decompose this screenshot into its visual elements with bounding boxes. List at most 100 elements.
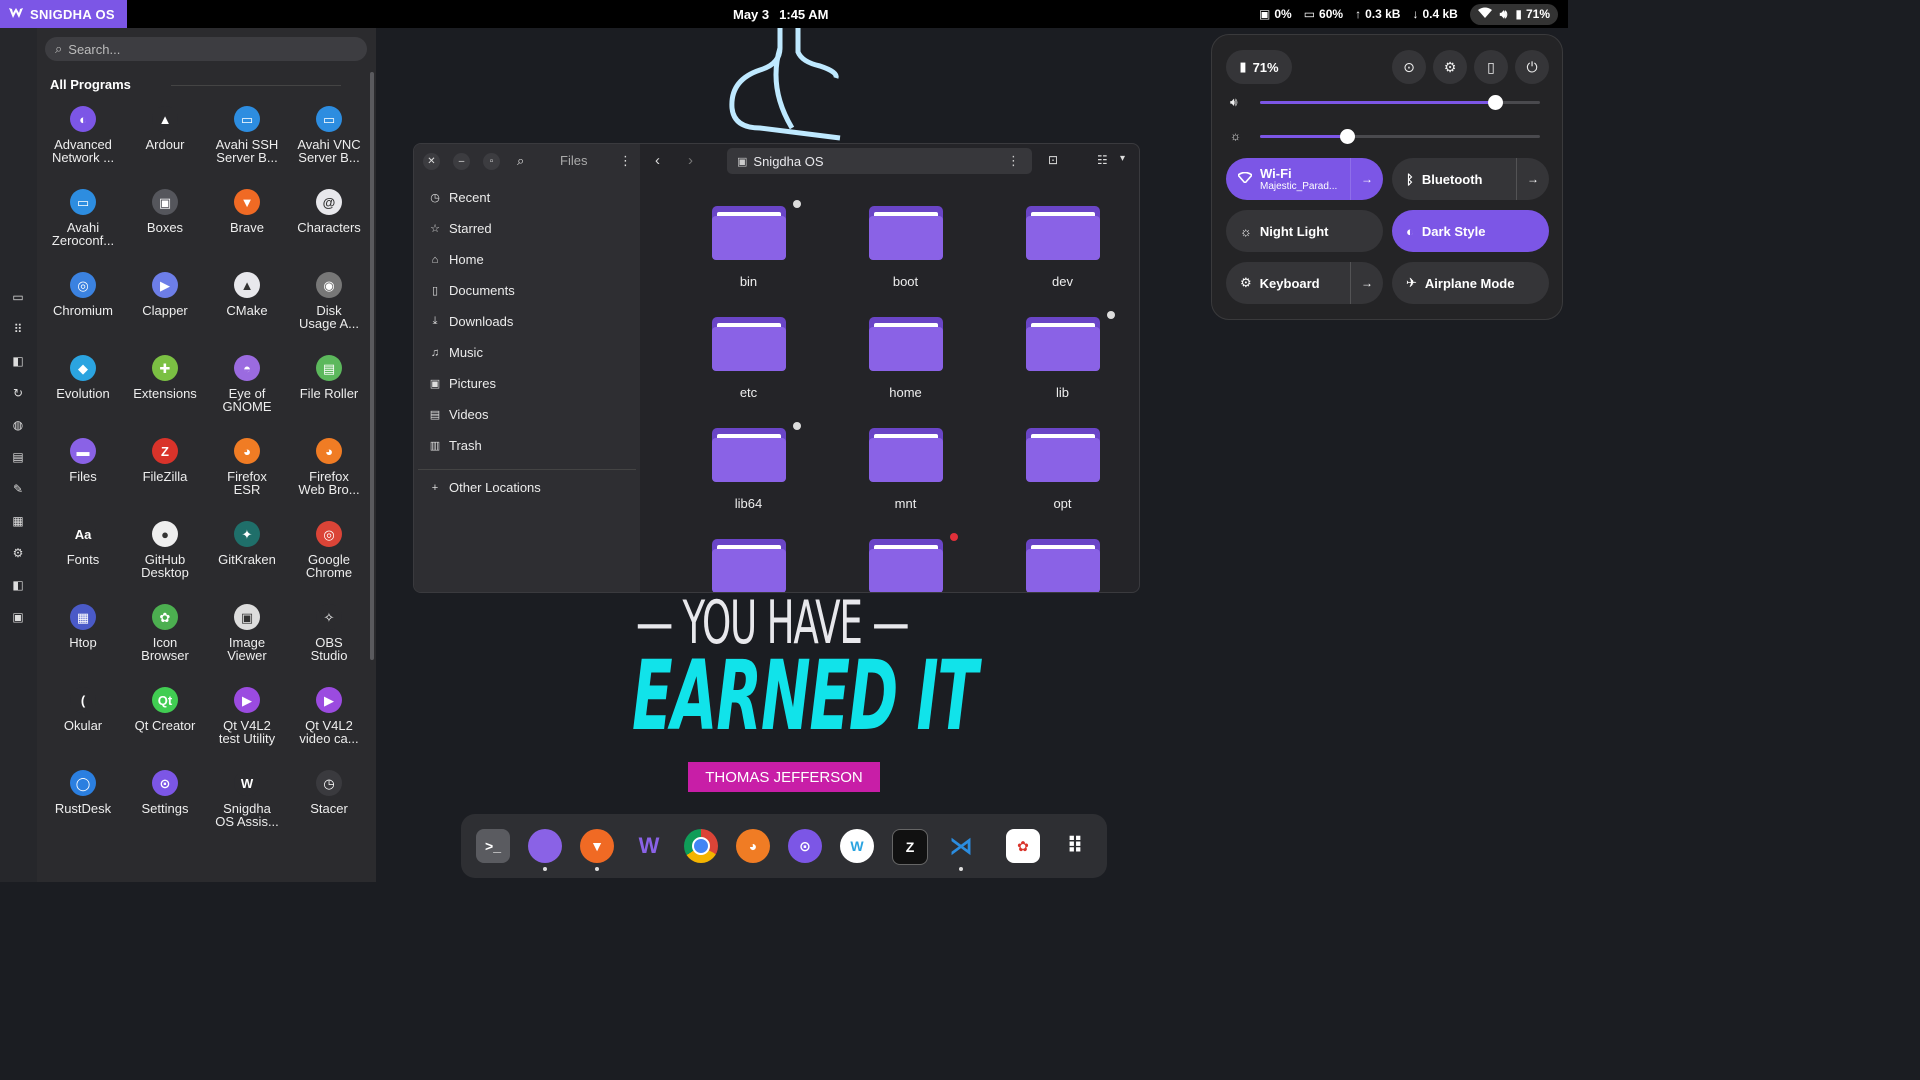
download-indicator[interactable]: ↓ 0.4 kB	[1412, 7, 1457, 21]
brush-icon[interactable]: ✎	[11, 482, 25, 496]
monitor-icon[interactable]: ▭	[11, 290, 25, 304]
scrollbar[interactable]	[370, 72, 374, 660]
app-grid-icon[interactable]: ⠿	[11, 322, 25, 336]
app-launcher[interactable]: ▶ Clapper	[124, 272, 206, 355]
app-launcher[interactable]: ✧ OBS Studio	[288, 604, 370, 687]
sidebar-item-pictures[interactable]: ▣ Pictures	[429, 376, 496, 391]
app-grid-icon[interactable]: ⠿	[1058, 829, 1092, 863]
vscode-icon[interactable]: ⋊	[944, 829, 978, 863]
sidebar-item-videos[interactable]: ▤ Videos	[429, 407, 489, 422]
sidebar-item-downloads[interactable]: ⤓ Downloads	[429, 314, 514, 329]
app-launcher[interactable]: ◎ Google Chrome	[288, 521, 370, 604]
bluetooth-toggle[interactable]: ᛒ Bluetooth →	[1392, 158, 1549, 200]
app-launcher[interactable]: Z FileZilla	[124, 438, 206, 521]
folder-item[interactable]	[670, 537, 827, 592]
folder-item[interactable]	[984, 537, 1139, 592]
wifi-toggle[interactable]: Wi-Fi Majestic_Parad... →	[1226, 158, 1383, 200]
sidebar-item-starred[interactable]: ☆ Starred	[429, 221, 492, 236]
folder-item[interactable]: mnt	[827, 426, 984, 537]
brightness-slider[interactable]	[1260, 129, 1540, 144]
cpu-indicator[interactable]: ▣ 0%	[1259, 7, 1292, 21]
app-launcher[interactable]: ◷ Stacer	[288, 770, 370, 853]
wifi-menu-button[interactable]: →	[1350, 158, 1383, 200]
activities-button[interactable]: SNIGDHA OS	[0, 0, 127, 28]
search-button[interactable]: ⌕	[517, 153, 524, 169]
app-launcher[interactable]: ✦ GitKraken	[206, 521, 288, 604]
code-icon[interactable]: ◧	[11, 354, 25, 368]
sidebar-item-home[interactable]: ⌂ Home	[429, 252, 484, 267]
app-launcher[interactable]: (Okular	[42, 687, 124, 770]
screenshot-button[interactable]: ⊙	[1392, 50, 1426, 84]
folder-item[interactable]: dev	[984, 204, 1139, 315]
app-launcher[interactable]: ◕ Firefox Web Bro...	[288, 438, 370, 521]
upload-indicator[interactable]: ↑ 0.3 kB	[1355, 7, 1400, 21]
folder-item[interactable]: lib	[984, 311, 1139, 426]
app-launcher[interactable]: ▤ File Roller	[288, 355, 370, 438]
office-icon[interactable]: ▤	[11, 450, 25, 464]
app-launcher[interactable]: ▭ Avahi VNC Server B...	[288, 106, 370, 189]
new-folder-button[interactable]: ⊡	[1048, 153, 1058, 167]
app-launcher[interactable]: ◆ Evolution	[42, 355, 124, 438]
photos-icon[interactable]: ✿	[1006, 829, 1040, 863]
keyboard-toggle[interactable]: ⚙ Keyboard →	[1226, 262, 1383, 304]
app-launcher[interactable]: ▼ Brave	[206, 189, 288, 272]
app-launcher[interactable]: Qt Qt Creator	[124, 687, 206, 770]
code-icon[interactable]: ◧	[11, 578, 25, 592]
app-launcher[interactable]: ◓ Eye of GNOME	[206, 355, 288, 438]
globe-icon[interactable]: ◍	[11, 418, 25, 432]
files-icon[interactable]	[528, 829, 562, 863]
folder-item[interactable]: etc	[670, 315, 827, 426]
app-launcher[interactable]: ◉ Disk Usage A...	[288, 272, 370, 355]
app-launcher[interactable]: ▦ Htop	[42, 604, 124, 687]
forward-button[interactable]: ›	[688, 152, 693, 169]
refresh-icon[interactable]: ↻	[11, 386, 25, 400]
app-launcher[interactable]: ● GitHub Desktop	[124, 521, 206, 604]
app-launcher[interactable]: ✚ Extensions	[124, 355, 206, 438]
airplane-mode-toggle[interactable]: ✈ Airplane Mode	[1392, 262, 1549, 304]
path-bar[interactable]: ▣ Snigdha OS ⋮	[727, 148, 1032, 174]
maximize-button[interactable]: ▫	[483, 153, 500, 170]
app-launcher[interactable]: @ Characters	[288, 189, 370, 272]
weather-icon[interactable]: W	[840, 829, 874, 863]
folder-item[interactable]: bin	[670, 200, 827, 315]
memory-indicator[interactable]: ▭ 60%	[1304, 7, 1343, 21]
app-launcher[interactable]: ▲ Ardour	[124, 106, 206, 189]
chrome-icon[interactable]	[684, 829, 718, 863]
firefox-icon[interactable]: ◕	[736, 829, 770, 863]
dark-style-toggle[interactable]: ◐ Dark Style	[1392, 210, 1549, 252]
app-launcher[interactable]: ◐ Advanced Network ...	[42, 106, 124, 189]
folder-item[interactable]: boot	[827, 204, 984, 315]
app-launcher[interactable]: ▶ Qt V4L2 test Utility	[206, 687, 288, 770]
lock-button[interactable]: ▯	[1474, 50, 1508, 84]
app-launcher[interactable]: ◎ Chromium	[42, 272, 124, 355]
widgets-icon[interactable]: ▣	[11, 610, 25, 624]
media-icon[interactable]: ▦	[11, 514, 25, 528]
app-launcher[interactable]: ▭ Avahi Zeroconf...	[42, 189, 124, 272]
folder-item[interactable]: lib64	[670, 422, 827, 537]
app-launcher[interactable]: ✿ Icon Browser	[124, 604, 206, 687]
brightness-slider-knob[interactable]	[1339, 129, 1355, 144]
minimize-button[interactable]: –	[453, 153, 470, 170]
folder-item[interactable]: opt	[984, 426, 1139, 537]
app-launcher[interactable]: ◕ Firefox ESR	[206, 438, 288, 521]
app-launcher[interactable]: ◯ RustDesk	[42, 770, 124, 853]
sidebar-item-music[interactable]: ♫ Music	[429, 345, 483, 360]
volume-slider-knob[interactable]	[1488, 95, 1504, 110]
app-launcher[interactable]: ⊙ Settings	[124, 770, 206, 853]
app-launcher[interactable]: ▭ Avahi SSH Server B...	[206, 106, 288, 189]
back-button[interactable]: ‹	[655, 152, 660, 169]
sidebar-item-other-locations[interactable]: + Other Locations	[429, 480, 541, 495]
kebab-icon[interactable]: ⋮	[1007, 153, 1020, 169]
sidebar-item-trash[interactable]: ▥ Trash	[429, 438, 482, 453]
sidebar-menu-button[interactable]: ⋮	[619, 153, 632, 169]
brave-icon[interactable]: ▼	[580, 829, 614, 863]
view-toggle-button[interactable]: ☷	[1097, 153, 1108, 167]
snigdha-assistant-icon[interactable]: W	[632, 829, 666, 863]
settings-icon[interactable]: ⊙	[788, 829, 822, 863]
app-launcher[interactable]: ▬ Files	[42, 438, 124, 521]
sidebar-item-recent[interactable]: ◷ Recent	[429, 190, 490, 205]
battery-pill[interactable]: ▮ 71%	[1226, 50, 1292, 84]
search-input[interactable]: ⌕ Search...	[45, 37, 367, 61]
night-light-toggle[interactable]: ☼ Night Light	[1226, 210, 1383, 252]
text-editor-icon[interactable]: Z	[892, 829, 928, 865]
